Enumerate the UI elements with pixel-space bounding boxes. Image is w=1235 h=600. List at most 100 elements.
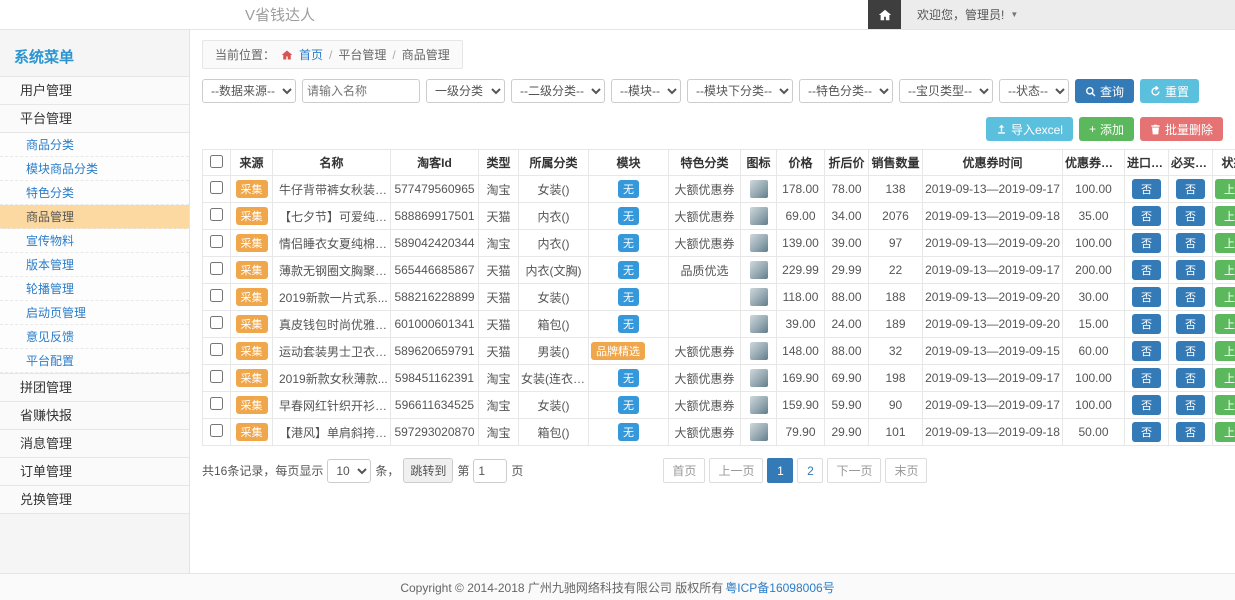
import-select-toggle[interactable]: 否	[1132, 233, 1161, 253]
source-badge: 采集	[236, 207, 268, 225]
per-page-select[interactable]: 10	[327, 459, 371, 483]
status-button[interactable]: 上架	[1215, 179, 1235, 199]
user-menu[interactable]: 欢迎您，管理员! ▼	[901, 0, 1235, 29]
filter-item-type[interactable]: --宝贝类型--	[899, 79, 993, 103]
page-jump-input[interactable]	[473, 459, 507, 483]
sidebar-item-group-buy-mgmt[interactable]: 拼团管理	[0, 373, 189, 402]
row-checkbox[interactable]	[210, 289, 223, 302]
must-buy-toggle[interactable]: 否	[1176, 314, 1205, 334]
last-page-button[interactable]: 末页	[885, 458, 927, 483]
source-badge: 采集	[236, 369, 268, 387]
import-excel-button[interactable]: 导入excel	[986, 117, 1073, 141]
submenu-item-promo-material[interactable]: 宣传物料	[0, 229, 189, 253]
must-buy-toggle[interactable]: 否	[1176, 395, 1205, 415]
import-select-toggle[interactable]: 否	[1132, 206, 1161, 226]
row-checkbox[interactable]	[210, 397, 223, 410]
row-checkbox[interactable]	[210, 370, 223, 383]
search-name-input[interactable]	[302, 79, 420, 103]
status-button[interactable]: 上架	[1215, 260, 1235, 280]
row-checkbox[interactable]	[210, 343, 223, 356]
status-button[interactable]: 上架	[1215, 422, 1235, 442]
prev-page-button[interactable]: 上一页	[709, 458, 763, 483]
filter-module[interactable]: --模块--	[611, 79, 681, 103]
product-category: 女装()	[519, 176, 589, 203]
must-buy-toggle[interactable]: 否	[1176, 260, 1205, 280]
must-buy-toggle[interactable]: 否	[1176, 422, 1205, 442]
records-summary: 共16条记录，每页显示 10 条， 跳转到 第 页	[202, 458, 523, 483]
sidebar-item-user-mgmt[interactable]: 用户管理	[0, 76, 189, 105]
status-button[interactable]: 上架	[1215, 287, 1235, 307]
submenu-item-carousel-mgmt[interactable]: 轮播管理	[0, 277, 189, 301]
import-select-toggle[interactable]: 否	[1132, 179, 1161, 199]
icp-link[interactable]: 粤ICP备16098006号	[725, 579, 834, 596]
row-checkbox[interactable]	[210, 235, 223, 248]
filter-level1-category[interactable]: 一级分类	[426, 79, 505, 103]
first-page-button[interactable]: 首页	[663, 458, 705, 483]
add-button[interactable]: + 添加	[1079, 117, 1134, 141]
row-checkbox[interactable]	[210, 181, 223, 194]
col-icon: 图标	[741, 150, 777, 176]
col-category: 所属分类	[519, 150, 589, 176]
filter-level2-category[interactable]: --二级分类--	[511, 79, 605, 103]
submenu-item-goods-mgmt[interactable]: 商品管理	[0, 205, 189, 229]
module-badge: 无	[618, 288, 639, 306]
must-buy-toggle[interactable]: 否	[1176, 287, 1205, 307]
sidebar-item-message-mgmt[interactable]: 消息管理	[0, 429, 189, 458]
page-button-1[interactable]: 1	[767, 458, 793, 483]
submenu-item-version-mgmt[interactable]: 版本管理	[0, 253, 189, 277]
must-buy-toggle[interactable]: 否	[1176, 341, 1205, 361]
jump-button[interactable]: 跳转到	[403, 458, 453, 483]
filter-feature-category[interactable]: --特色分类--	[799, 79, 893, 103]
row-checkbox[interactable]	[210, 424, 223, 437]
sidebar-item-exchange-mgmt[interactable]: 兑换管理	[0, 485, 189, 514]
status-button[interactable]: 上架	[1215, 233, 1235, 253]
module-badge: 无	[618, 315, 639, 333]
sidebar-item-save-news[interactable]: 省赚快报	[0, 401, 189, 430]
col-sales: 销售数量	[869, 150, 923, 176]
feature-category: 大额优惠券	[669, 365, 741, 392]
row-checkbox[interactable]	[210, 316, 223, 329]
filter-data-source[interactable]: --数据来源--	[202, 79, 296, 103]
submenu-item-goods-category[interactable]: 商品分类	[0, 133, 189, 157]
filter-status[interactable]: --状态--	[999, 79, 1069, 103]
import-select-toggle[interactable]: 否	[1132, 341, 1161, 361]
status-button[interactable]: 上架	[1215, 395, 1235, 415]
must-buy-toggle[interactable]: 否	[1176, 206, 1205, 226]
breadcrumb-home-link[interactable]: 首页	[299, 46, 323, 63]
status-button[interactable]: 上架	[1215, 206, 1235, 226]
submenu-item-feature-category[interactable]: 特色分类	[0, 181, 189, 205]
bulk-delete-button[interactable]: 批量删除	[1140, 117, 1223, 141]
sidebar-item-platform-mgmt[interactable]: 平台管理	[0, 104, 189, 133]
row-checkbox[interactable]	[210, 208, 223, 221]
import-select-toggle[interactable]: 否	[1132, 368, 1161, 388]
submenu-item-splash-mgmt[interactable]: 启动页管理	[0, 301, 189, 325]
import-select-toggle[interactable]: 否	[1132, 260, 1161, 280]
feature-category	[669, 284, 741, 311]
must-buy-toggle[interactable]: 否	[1176, 233, 1205, 253]
import-select-toggle[interactable]: 否	[1132, 422, 1161, 442]
next-page-button[interactable]: 下一页	[827, 458, 881, 483]
import-select-toggle[interactable]: 否	[1132, 314, 1161, 334]
row-checkbox[interactable]	[210, 262, 223, 275]
search-button[interactable]: 查询	[1075, 79, 1134, 103]
submenu-item-platform-config[interactable]: 平台配置	[0, 349, 189, 373]
select-all-checkbox[interactable]	[210, 155, 223, 168]
page-footer: Copyright © 2014-2018 广州九驰网络科技有限公司 版权所有 …	[0, 573, 1235, 600]
reset-button[interactable]: 重置	[1140, 79, 1199, 103]
status-button[interactable]: 上架	[1215, 341, 1235, 361]
sidebar-item-order-mgmt[interactable]: 订单管理	[0, 457, 189, 486]
filter-module-subcategory[interactable]: --模块下分类--	[687, 79, 793, 103]
must-buy-toggle[interactable]: 否	[1176, 179, 1205, 199]
import-select-toggle[interactable]: 否	[1132, 287, 1161, 307]
import-select-toggle[interactable]: 否	[1132, 395, 1161, 415]
home-icon[interactable]	[868, 0, 901, 29]
status-button[interactable]: 上架	[1215, 368, 1235, 388]
must-buy-toggle[interactable]: 否	[1176, 368, 1205, 388]
submenu-item-module-goods-category[interactable]: 模块商品分类	[0, 157, 189, 181]
status-button[interactable]: 上架	[1215, 314, 1235, 334]
breadcrumb-item-platform[interactable]: 平台管理	[338, 46, 386, 63]
submenu-item-feedback[interactable]: 意见反馈	[0, 325, 189, 349]
product-thumbnail	[750, 315, 768, 333]
page-button-2[interactable]: 2	[797, 458, 823, 483]
breadcrumb-prefix: 当前位置：	[215, 46, 275, 63]
